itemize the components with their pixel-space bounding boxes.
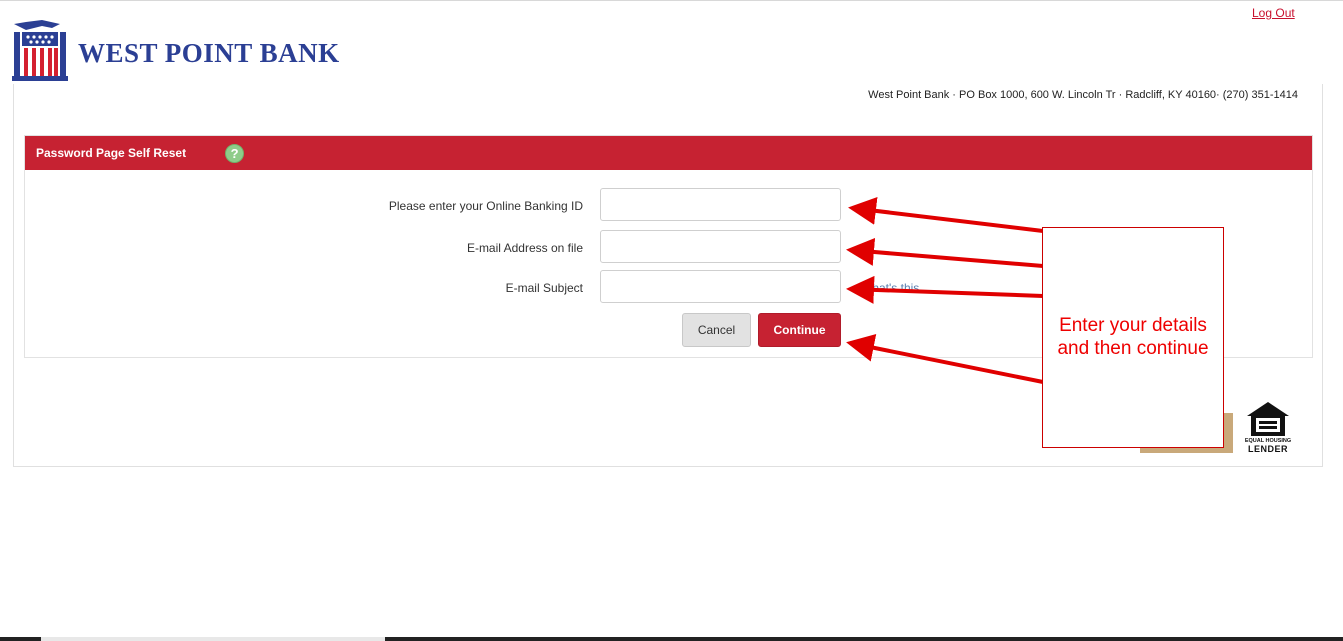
email-subject-label: E-mail Subject xyxy=(505,281,583,295)
email-address-label: E-mail Address on file xyxy=(466,241,583,255)
callout-line-2: and then continue xyxy=(1057,338,1209,359)
equal-housing-lender-logo: EQUAL HOUSING LENDER xyxy=(1243,400,1293,454)
cancel-button[interactable]: Cancel xyxy=(682,313,751,347)
bank-name: WEST POINT BANK xyxy=(78,38,340,68)
help-icon[interactable]: ? xyxy=(225,143,245,163)
callout-line-1: Enter your details xyxy=(1059,315,1207,336)
whats-this-link[interactable]: What's this xyxy=(861,281,919,295)
scrollbar-thumb[interactable] xyxy=(41,637,385,641)
lender-text: LENDER xyxy=(1247,444,1288,454)
panel-title: Password Page Self Reset xyxy=(36,146,187,160)
house-icon xyxy=(1247,402,1289,436)
online-banking-id-label: Please enter your Online Banking ID xyxy=(388,199,583,213)
logout-link[interactable]: Log Out xyxy=(1252,6,1295,20)
bank-address: West Point Bank · PO Box 1000, 600 W. Li… xyxy=(868,89,1298,101)
email-subject-input[interactable] xyxy=(600,270,841,303)
continue-button[interactable]: Continue xyxy=(758,313,841,347)
panel-header: Password Page Self Reset ? xyxy=(25,136,1312,170)
bank-logo[interactable]: WEST POINT BANK xyxy=(12,20,372,82)
flag-shield-icon xyxy=(12,20,68,81)
instruction-callout: Enter your details and then continue xyxy=(1042,227,1224,448)
online-banking-id-input[interactable] xyxy=(600,188,841,221)
top-border xyxy=(0,0,1343,1)
callout-text: Enter your details and then continue xyxy=(1043,314,1223,360)
email-address-input[interactable] xyxy=(600,230,841,263)
